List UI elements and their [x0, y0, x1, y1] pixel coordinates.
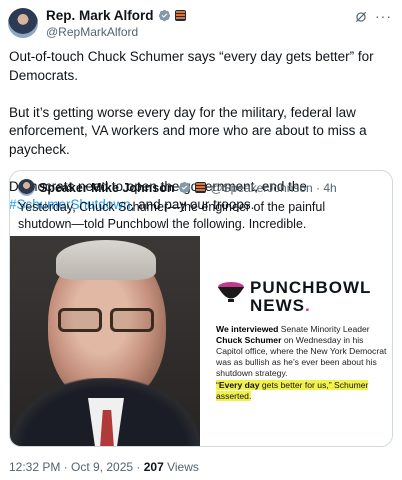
- author-display-name[interactable]: Rep. Mark Alford: [46, 8, 154, 23]
- timestamp[interactable]: 12:32 PM · Oct 9, 2025 ·: [9, 460, 144, 474]
- brand-dot: .: [305, 296, 311, 315]
- quoted-avatar: [18, 179, 35, 196]
- tweet-paragraph: But it’s getting worse every day for the…: [9, 104, 367, 157]
- quoted-media-image[interactable]: PUNCHBOWL NEWS. We interviewed Senate Mi…: [10, 236, 392, 446]
- grok-icon[interactable]: [354, 10, 368, 24]
- affiliate-badge-icon: [195, 182, 207, 193]
- article-bold: Chuck Schumer: [216, 335, 282, 345]
- article-quote: “Every day gets better for us,” Schumer …: [216, 380, 388, 402]
- more-options-icon[interactable]: ···: [375, 8, 392, 24]
- verified-badge-icon: [158, 9, 170, 22]
- author-name-row: Rep. Mark Alford: [46, 8, 186, 23]
- photo-lens: [110, 308, 154, 332]
- views-label: Views: [163, 460, 199, 474]
- punchbowl-brand: NEWS.: [250, 296, 311, 316]
- affiliate-badge-icon: [174, 10, 186, 21]
- verified-badge-icon: [179, 181, 191, 194]
- quoted-tweet[interactable]: Speaker Mike Johnson @SpeakerJohnson · 4…: [9, 170, 393, 447]
- quoted-header: Speaker Mike Johnson @SpeakerJohnson · 4…: [18, 179, 337, 196]
- author-handle[interactable]: @RepMarkAlford: [46, 25, 138, 39]
- author-avatar[interactable]: [8, 8, 38, 38]
- tweet-footer: 12:32 PM · Oct 9, 2025 · 207 Views: [9, 460, 199, 474]
- punchbowl-logo-icon: [218, 282, 244, 302]
- photo-hair: [56, 240, 156, 280]
- article-bold: We interviewed: [216, 324, 279, 334]
- article-body: We interviewed Senate Minority Leader Ch…: [216, 324, 388, 379]
- schumer-photo: [10, 236, 200, 446]
- punchbowl-article-clip: PUNCHBOWL NEWS. We interviewed Senate Mi…: [202, 236, 392, 446]
- tweet-header: Rep. Mark Alford @RepMarkAlford ···: [8, 6, 394, 42]
- views-count: 207: [143, 460, 164, 474]
- tweet-paragraph: Out-of-touch Chuck Schumer says “every d…: [9, 49, 374, 83]
- punchbowl-brand: PUNCHBOWL: [250, 278, 372, 297]
- punchbowl-brand-news: NEWS: [250, 296, 305, 315]
- quote-bold: Every day: [218, 380, 260, 390]
- highlighted-quote: “Every day gets better for us,” Schumer …: [216, 380, 369, 401]
- quoted-handle-time: @SpeakerJohnson · 4h: [210, 180, 337, 195]
- article-text: Senate Minority Leader: [278, 324, 370, 334]
- photo-glasses: [54, 308, 158, 334]
- quoted-display-name: Speaker Mike Johnson: [39, 180, 175, 195]
- photo-lens: [58, 308, 102, 332]
- quoted-text: Yesterday, Chuck Schumer—the engineer of…: [18, 200, 326, 231]
